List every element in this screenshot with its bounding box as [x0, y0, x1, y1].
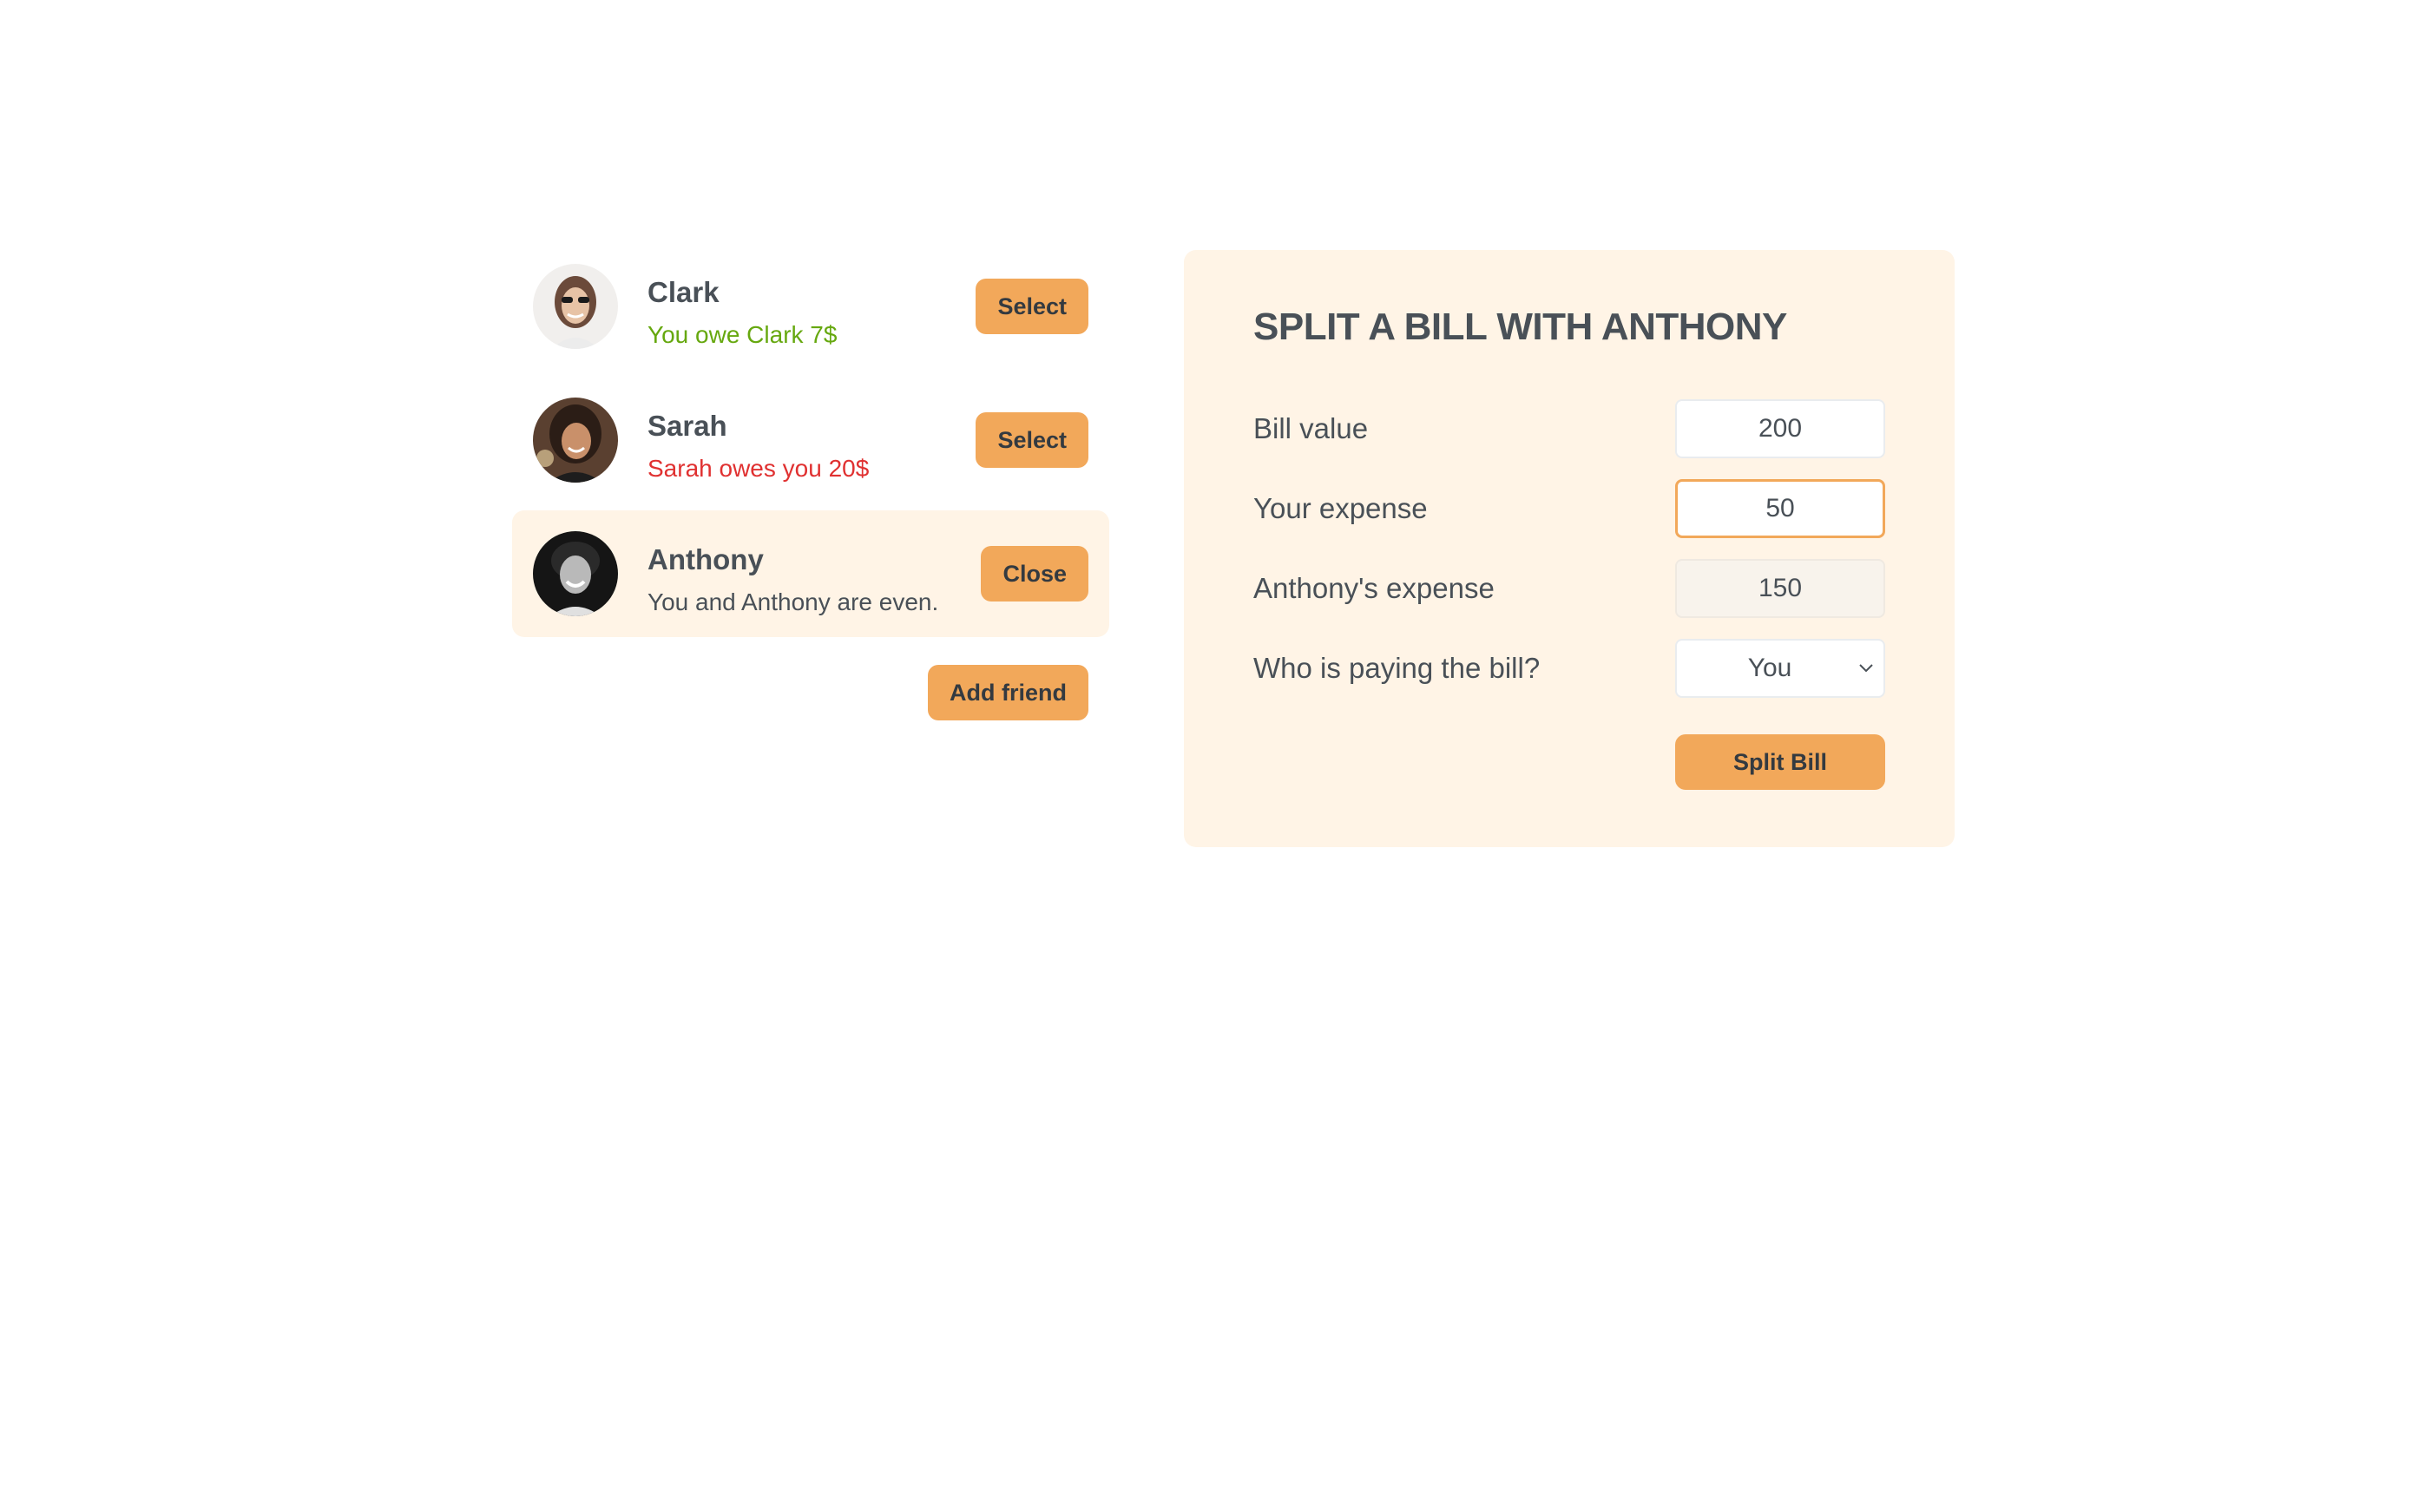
friend-expense-label: Anthony's expense	[1253, 572, 1495, 604]
friends-sidebar: Clark You owe Clark 7$ Select Sarah Sara…	[512, 243, 1109, 734]
split-bill-button[interactable]: Split Bill	[1675, 734, 1885, 790]
eat-n-split-app: Clark You owe Clark 7$ Select Sarah Sara…	[0, 0, 2432, 1512]
payer-row: Who is paying the bill? You	[1253, 639, 1885, 698]
avatar	[533, 264, 618, 349]
friend-expense-input	[1675, 559, 1885, 618]
friend-item-anthony: Anthony You and Anthony are even. Close	[512, 510, 1109, 637]
form-title: SPLIT A BILL WITH ANTHONY	[1253, 306, 1787, 348]
add-friend-row: Add friend	[512, 665, 1109, 734]
friend-name: Anthony	[647, 543, 764, 575]
friend-balance-text: You owe Clark 7$	[647, 321, 838, 348]
payer-selected-value: You	[1747, 654, 1792, 682]
your-expense-row: Your expense	[1253, 479, 1885, 538]
close-friend-button[interactable]: Close	[981, 546, 1088, 602]
select-friend-button[interactable]: Select	[976, 412, 1088, 468]
friend-balance-text: Sarah owes you 20$	[647, 455, 870, 482]
add-friend-button[interactable]: Add friend	[928, 665, 1088, 720]
friend-item-clark: Clark You owe Clark 7$ Select	[512, 243, 1109, 370]
payer-select[interactable]: You	[1675, 639, 1885, 698]
friend-expense-row: Anthony's expense	[1253, 559, 1885, 618]
bill-value-input[interactable]	[1675, 399, 1885, 458]
your-expense-input[interactable]	[1675, 479, 1885, 538]
split-bill-form: SPLIT A BILL WITH ANTHONY Bill value You…	[1184, 250, 1955, 847]
bill-value-label: Bill value	[1253, 412, 1369, 444]
friend-item-sarah: Sarah Sarah owes you 20$ Select	[512, 377, 1109, 503]
friend-balance-text: You and Anthony are even.	[647, 588, 939, 615]
friend-name: Clark	[647, 276, 720, 308]
avatar	[533, 531, 618, 616]
payer-label: Who is paying the bill?	[1253, 652, 1541, 684]
chevron-down-icon	[1859, 664, 1873, 673]
select-friend-button[interactable]: Select	[976, 279, 1088, 334]
avatar	[533, 398, 618, 483]
split-bill-row: Split Bill	[1675, 734, 1885, 790]
your-expense-label: Your expense	[1253, 492, 1428, 524]
friend-name: Sarah	[647, 410, 727, 442]
bill-value-row: Bill value	[1253, 399, 1885, 458]
